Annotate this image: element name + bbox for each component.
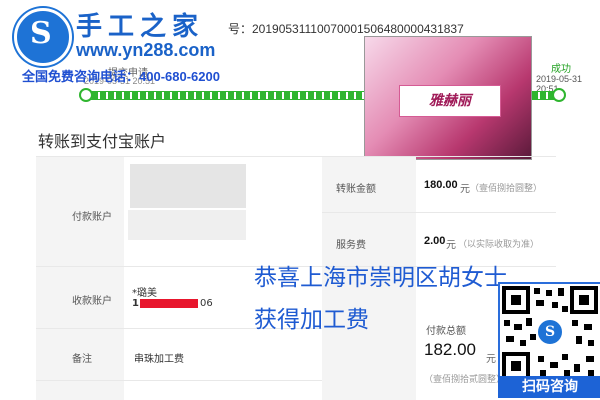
- ad-badge: 雅赫丽: [399, 85, 501, 117]
- transfer-amount-unit: 元: [460, 184, 470, 195]
- total-amount-label: 付款总额: [426, 326, 466, 337]
- total-amount-unit: 元: [486, 354, 496, 365]
- payer-account-label: 付款账户: [72, 212, 112, 223]
- order-number: 号：20190531110070001506480000431837: [228, 22, 464, 36]
- transfer-amount-label: 转账金额: [336, 184, 376, 195]
- payee-account-prefix: 1: [132, 298, 139, 309]
- payer-account-redacted: [130, 164, 246, 208]
- table-divider: [36, 380, 322, 381]
- total-amount-value: 182.00: [424, 340, 476, 359]
- remark-value: 串珠加工费: [134, 354, 184, 365]
- payee-account-tail: 06: [200, 298, 213, 309]
- progress-start-dot: [79, 88, 93, 102]
- slogan-line2: 获得加工费: [254, 307, 369, 333]
- brand-logo-letter: S: [30, 16, 52, 51]
- page-title: 转账到支付宝账户: [38, 132, 167, 151]
- service-fee-value: 2.00: [424, 235, 446, 247]
- payer-account-redacted: [128, 210, 246, 240]
- payee-name: *璐美: [132, 288, 157, 299]
- hotline-text: 全国免费咨询电话：400-680-6200: [22, 69, 220, 84]
- service-fee-unit: 元: [446, 240, 456, 251]
- ad-image[interactable]: 雅赫丽: [364, 36, 532, 160]
- service-fee-note: （以实际收取为准）: [458, 240, 540, 250]
- brand-title: 手工之家: [76, 12, 205, 42]
- table-divider: [322, 212, 556, 213]
- transfer-amount-value: 180.00: [424, 179, 458, 191]
- qr-caption: 扫码咨询: [498, 376, 600, 398]
- brand-url: www.yn288.com: [76, 40, 216, 60]
- progress-end-dot: [552, 88, 566, 102]
- table-top-border: [36, 156, 556, 157]
- slogan-line1: 恭喜上海市崇明区胡女士: [254, 265, 507, 291]
- step-success-label: 成功: [551, 64, 571, 75]
- payee-account-label: 收款账户: [72, 296, 112, 307]
- remark-label: 备注: [72, 354, 92, 365]
- service-fee-label: 服务费: [336, 240, 366, 251]
- total-amount-words: （壹佰捌拾贰圆整）: [424, 375, 506, 385]
- payee-account-redaction: [140, 299, 198, 308]
- transfer-amount-words: （壹佰捌拾圆整）: [470, 184, 543, 194]
- qr-center-logo: S: [536, 318, 564, 346]
